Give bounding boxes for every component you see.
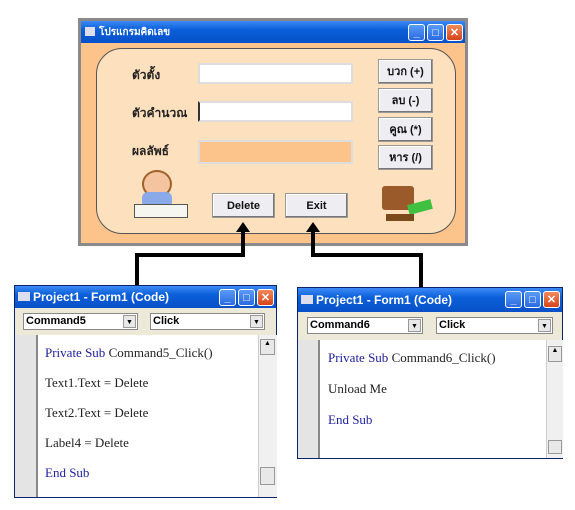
object-combo-value: Command5 <box>26 315 86 327</box>
label-operand: ตัวคำนวณ <box>132 106 188 120</box>
code-gutter <box>15 335 38 497</box>
add-button[interactable]: บวก (+) <box>378 59 433 84</box>
dropdown-arrow-icon[interactable]: ▼ <box>408 319 421 332</box>
form-title: โปรแกรมคิดเลข <box>99 27 171 38</box>
form-title-bar[interactable]: โปรแกรมคิดเลข _ □ ✕ <box>81 21 465 43</box>
connector-line <box>135 253 245 257</box>
connector-line <box>311 253 423 257</box>
maximize-button[interactable]: □ <box>427 24 444 41</box>
code-window-icon <box>301 295 313 304</box>
dropdown-arrow-icon[interactable]: ▼ <box>250 315 263 328</box>
arrow-head-icon <box>236 222 250 232</box>
dropdown-arrow-icon[interactable]: ▼ <box>123 315 136 328</box>
code-window-command6: Project1 - Form1 (Code) _ □ ✕ Command6 ▼ … <box>297 287 563 459</box>
arrow-head-icon <box>306 222 320 232</box>
code-title-bar[interactable]: Project1 - Form1 (Code) _ □ ✕ <box>15 286 276 308</box>
code-title-bar[interactable]: Project1 - Form1 (Code) _ □ ✕ <box>298 288 562 312</box>
dropdown-arrow-icon[interactable]: ▼ <box>538 319 551 332</box>
scroll-up-icon[interactable]: ▲ <box>260 339 275 355</box>
code-line: End Sub <box>328 412 373 427</box>
connector-line <box>135 253 139 287</box>
text2-input[interactable] <box>198 101 353 122</box>
scroll-thumb[interactable] <box>548 440 562 454</box>
code-window-command5: Project1 - Form1 (Code) _ □ ✕ Command5 ▼ … <box>14 285 277 498</box>
minimize-button[interactable]: _ <box>219 289 236 306</box>
code-editor[interactable]: Private Sub Command5_Click() Text1.Text … <box>15 335 258 497</box>
connector-line <box>419 253 423 289</box>
result-label4 <box>198 140 353 164</box>
label-dividend: ตัวตั้ง <box>132 68 161 82</box>
app-icon <box>85 27 95 36</box>
procedure-combo-value: Click <box>153 315 180 327</box>
close-button[interactable]: ✕ <box>257 289 274 306</box>
text1-input[interactable] <box>198 63 353 84</box>
maximize-button[interactable]: □ <box>238 289 255 306</box>
code-gutter <box>298 340 320 458</box>
code-line: End Sub <box>45 465 90 480</box>
code-window-title: Project1 - Form1 (Code) <box>316 293 453 307</box>
minimize-button[interactable]: _ <box>505 291 522 308</box>
exit-button[interactable]: Exit <box>285 193 348 218</box>
minimize-button[interactable]: _ <box>408 24 425 41</box>
object-combo[interactable]: Command6 ▼ <box>307 317 423 334</box>
student-clipart-image <box>128 168 188 220</box>
close-button[interactable]: ✕ <box>446 24 463 41</box>
procedure-combo[interactable]: Click ▼ <box>436 317 553 334</box>
code-line: Text2.Text = Delete <box>45 405 149 420</box>
code-line: Label4 = Delete <box>45 435 129 450</box>
divide-button[interactable]: หาร (/) <box>378 145 433 170</box>
code-window-icon <box>18 292 30 301</box>
code-editor[interactable]: Private Sub Command6_Click() Unload Me E… <box>298 340 546 458</box>
maximize-button[interactable]: □ <box>524 291 541 308</box>
scroll-up-icon[interactable]: ▲ <box>548 346 562 362</box>
code-line: Unload Me <box>328 381 387 396</box>
close-button[interactable]: ✕ <box>543 291 560 308</box>
multiply-button[interactable]: คูณ (*) <box>378 117 433 142</box>
code-window-title: Project1 - Form1 (Code) <box>33 290 170 304</box>
scroll-thumb[interactable] <box>260 467 275 485</box>
subtract-button[interactable]: ลบ (-) <box>378 88 433 113</box>
briefcase-clipart-image <box>378 180 438 225</box>
label-result: ผลลัพธ์ <box>132 144 169 158</box>
vertical-scrollbar[interactable]: ▲ <box>546 340 563 458</box>
object-combo-value: Command6 <box>310 319 370 331</box>
code-line: Private Sub Command5_Click() <box>45 345 213 360</box>
vertical-scrollbar[interactable]: ▲ <box>258 335 277 497</box>
code-line: Private Sub Command6_Click() <box>328 350 496 365</box>
procedure-combo-value: Click <box>439 319 466 331</box>
code-line: Text1.Text = Delete <box>45 375 149 390</box>
object-combo[interactable]: Command5 ▼ <box>23 313 138 330</box>
procedure-combo[interactable]: Click ▼ <box>150 313 265 330</box>
delete-button[interactable]: Delete <box>212 193 275 218</box>
